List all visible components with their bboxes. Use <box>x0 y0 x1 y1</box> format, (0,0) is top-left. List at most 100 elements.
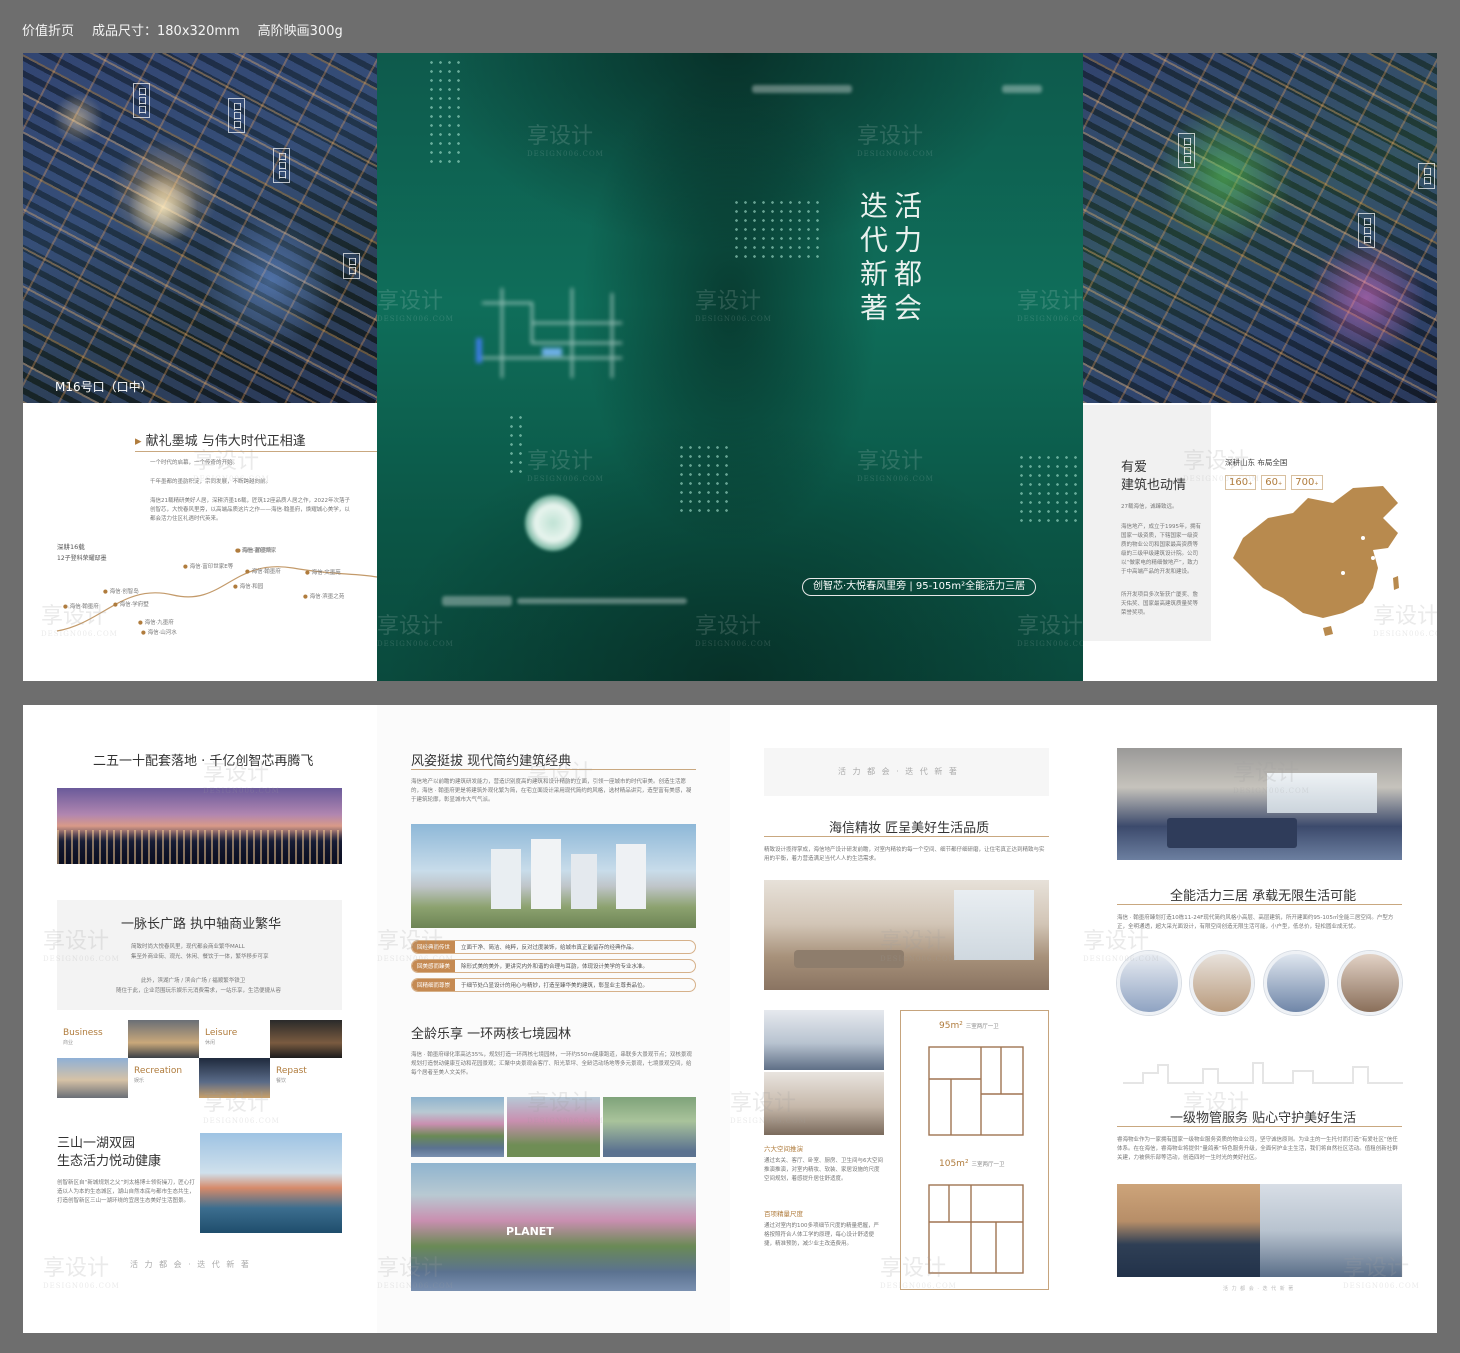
inside-sheet: 二五一十配套落地 · 千亿创智芯再腾飞 一脉长广路 执中轴商业繁华 简致时尚大悦… <box>23 705 1437 1333</box>
skyline-silhouette <box>1123 1062 1403 1084</box>
timeline-node: ● 海信·翰墨府 <box>63 604 99 610</box>
timeline-node: ● 海信·和园 <box>233 584 264 590</box>
buildings-photo <box>411 824 696 928</box>
feature-tag: 回美感而臻美 <box>412 960 456 972</box>
timeline-node: ● 海信·创智岛 <box>103 589 139 595</box>
p2-section2: 全龄乐享 一环两核七境园林 <box>411 1027 572 1042</box>
right-title-2: 建筑也动情 <box>1121 478 1187 493</box>
feature-text: 除形式美的美外，更讲究内外和谐的合理与耳韵，体现设计美学的专业水准。 <box>461 964 649 970</box>
p1-s3-p: 创智新区自“新城规划之父”刘太格博士领衔操刀，匠心打造以人为本的生态城区，湖山自… <box>57 1180 195 1204</box>
timeline-node: ● 海信·学府墅 <box>113 602 149 608</box>
cover-tagline: 创智芯·大悦春风里旁 | 95-105m²全能活力三居 <box>802 578 1037 596</box>
p4-section2: 一级物管服务 贴心守护美好生活 <box>1170 1111 1357 1126</box>
p2-title: 风姿挺拔 现代简约建筑经典 <box>411 754 572 769</box>
biz-photo-4 <box>199 1058 270 1098</box>
lake-photo <box>200 1133 342 1233</box>
p4-s2-p: 睿海物业作为一家拥有国家一级物业服务资质的物业公司，坚守诚信原则。为业主的一生托… <box>1117 1137 1398 1161</box>
front-left-p2: 千年墨都的墨韵积淀，宗同发展，不断跨越向前。 <box>150 479 272 485</box>
feature-tag: 回经典而传世 <box>412 941 456 953</box>
p1-section3-line1: 三山一湖双园 <box>57 1136 136 1151</box>
right-sub: 深耕山东 布局全国 <box>1225 458 1288 467</box>
garden-photo-3 <box>603 1097 696 1157</box>
feature-row: 回美感而臻美 除形式美的美外，更讲究内外和谐的合理与耳韵，体现设计美学的专业水准。 <box>411 959 696 973</box>
aerial-photo-left: 口口口 口口口 口口口 口口 M16号口（口中） <box>23 53 377 403</box>
cover-vertical-title: 活力都会 迭代新著 <box>856 191 923 327</box>
p1-title: 二五一十配套落地 · 千亿创智芯再腾飞 <box>93 754 314 769</box>
right-p3: 所开发项目多次斩获广厦奖、詹天佑奖、国家最高建筑质量奖等荣誉奖项。 <box>1121 592 1199 616</box>
bedroom-photo <box>1117 748 1402 860</box>
p3-top: 活 力 都 会 · 迭 代 新 著 <box>838 767 959 776</box>
p3-sub1-p: 通过玄关、客厅、卧室、厨房、卫生间与6大空间推演推演，对室内精妆、软装、家居设施… <box>764 1158 884 1182</box>
cover-panel: 活力都会 迭代新著 创智芯·大悦春风里旁 | 95-105m²全能活力三居 享设计… <box>377 53 1083 681</box>
feature-text: 于细节处凸显设计的用心与精妙，打造至臻华美的建筑，彰显业主尊贵品位。 <box>461 983 649 989</box>
timeline-node: ● 海信·滨墨之苑 <box>303 594 345 600</box>
p3-title: 海信精妆 匠呈美好生活品质 <box>829 821 990 836</box>
brand-logo <box>525 495 581 551</box>
inside-panel-1: 二五一十配套落地 · 千亿创智芯再腾飞 一脉长广路 执中轴商业繁华 简致时尚大悦… <box>23 705 377 1333</box>
aerial-photo-right: 口口口 口口口 口口 <box>1083 53 1437 403</box>
p3-sub2: 百项精量尺度 <box>764 1210 803 1218</box>
timeline-node: ● 海信·翰墨府 <box>245 569 281 575</box>
right-p2: 海信地产，成立于1995年，拥有国家一级资质，下辖国家一级资质的物业公司和国家最… <box>1121 524 1201 575</box>
worker-photo <box>1260 1184 1402 1277</box>
p4-title: 全能活力三居 承载无限生活可能 <box>1170 889 1357 904</box>
staff-photo <box>1117 1184 1260 1277</box>
timeline-node: ● 海信·山河水 <box>141 630 177 636</box>
feature-row: 回经典而传世 立面干净、简洁、纯粹，反对过度装饰，给城市真正能留存的经典作品。 <box>411 940 696 954</box>
biz-repast: Repast 餐饮 <box>276 1066 307 1084</box>
front-left-p1: 一个时代的启幕，一个传奇的开始。 <box>150 460 239 466</box>
room-circle-2 <box>1190 951 1254 1015</box>
city-night-photo <box>57 788 342 864</box>
biz-photo-1 <box>128 1020 199 1058</box>
timeline-title: 深耕16载 <box>57 543 85 551</box>
front-left-p3: 海信21载精研美好人居，深耕济墨16载，匠筑12座品质人居之作，2022年次落子… <box>150 498 350 522</box>
p1-section2: 一脉长广路 执中轴商业繁华 <box>121 917 282 932</box>
p1-section3-line2: 生态活力悦动健康 <box>57 1154 162 1169</box>
label-size: 成品尺寸：180x320mm <box>92 24 240 39</box>
garden-photo-2 <box>507 1097 600 1157</box>
biz-leisure: Leisure 休闲 <box>205 1028 238 1046</box>
p4-intro: 海信 · 翰墨府臻划打造10栋11-24F现代简约风格小高层、高层建筑，所开建面… <box>1117 915 1394 930</box>
room-circle-4 <box>1338 951 1402 1015</box>
timeline-node: ● 海信·翰墨府 <box>236 548 272 554</box>
p1-footer: 活 力 都 会 · 迭 代 新 著 <box>130 1260 251 1269</box>
p3-intro: 精致设计揽得掌成，海信地产设计研发前瞻，对室内精妆的每一个空间、细节都仔细研磨，… <box>764 847 1045 862</box>
floorplan-card: 95m² 三室两厅一卫 105m² 三室两厅一卫 <box>900 1010 1049 1290</box>
dining-photo <box>764 1010 884 1070</box>
biz-recreation: Recreation 娱乐 <box>134 1066 183 1084</box>
feature-tag: 回精细而尊崇 <box>412 979 456 991</box>
china-map <box>1233 486 1399 636</box>
label-type: 价值折页 <box>22 24 75 39</box>
biz-business: Business 商业 <box>63 1028 103 1046</box>
garden-photo-1 <box>411 1097 504 1157</box>
living-photo-2 <box>764 1072 884 1135</box>
plan2-label: 105m² 三室两厅一卫 <box>939 1159 1005 1169</box>
timeline-node: ● 海信·富印世家E等 <box>183 564 234 570</box>
room-circle-3 <box>1264 951 1328 1015</box>
floorplan-105 <box>928 1184 1024 1274</box>
p1-s2-line2: 集至外商业街、观光、休闲、餐饮于一体，繁华移步可享 <box>131 954 269 960</box>
living-room-photo <box>764 880 1049 990</box>
p1-s2-line1: 简致时尚大悦春风里，现代都会商业繁华MALL <box>131 944 245 950</box>
right-p1: 27载海信，诚臻致远。 <box>1121 504 1178 510</box>
room-circle-1 <box>1117 951 1181 1015</box>
front-left-panel: 口口口 口口口 口口口 口口 M16号口（口中） ▸ 献礼墨城 与伟大时代正相逢… <box>23 53 377 681</box>
timeline-node: ● 海信·九墨府 <box>138 620 174 626</box>
plan1-label: 95m² 三室两厅一卫 <box>939 1021 999 1031</box>
p2-s2-p: 海信 · 翰墨府绿化率高达35%，规划打造一环两核七境园林，一环约550m健康跑… <box>411 1052 692 1076</box>
inside-panel-2: 风姿挺拔 现代简约建筑经典 海信地产以前瞻的建筑研发能力，营造识别度高的建筑和设… <box>377 705 730 1333</box>
label-paper: 高阶映画300g <box>257 24 343 39</box>
p4-footer: 活 力 都 会 · 迭 代 新 著 <box>1223 1286 1295 1292</box>
p3-sub1: 六大空间推演 <box>764 1145 803 1153</box>
inside-panel-4: 全能活力三居 承载无限生活可能 海信 · 翰墨府臻划打造10栋11-24F现代简… <box>1083 705 1437 1333</box>
garden-main-photo: PLANET <box>411 1163 696 1291</box>
biz-photo-3 <box>57 1058 128 1098</box>
right-title-1: 有爱 <box>1121 460 1148 475</box>
front-left-title: ▸ 献礼墨城 与伟大时代正相逢 <box>135 434 306 449</box>
front-sheet: 口口口 口口口 口口口 口口 M16号口（口中） ▸ 献礼墨城 与伟大时代正相逢… <box>23 53 1437 681</box>
inside-panel-3: 活 力 都 会 · 迭 代 新 著 海信精妆 匠呈美好生活品质 精致设计揽得掌成… <box>730 705 1083 1333</box>
p1-s2-line3: 此外，滨湖广场 / 滨合广场 / 福顺繁华铁卫 <box>141 978 246 984</box>
top-bar: 价值折页 成品尺寸：180x320mm 高阶映画300g <box>22 20 343 40</box>
p1-s2-line4: 随住于此，企业范围玩乐娱乐元消费需求，一站乐享，生活便捷从容 <box>116 988 282 994</box>
p2-intro: 海信地产以前瞻的建筑研发能力，营造识别度高的建筑和设计精韵的立面，引领一座城市的… <box>411 779 692 803</box>
